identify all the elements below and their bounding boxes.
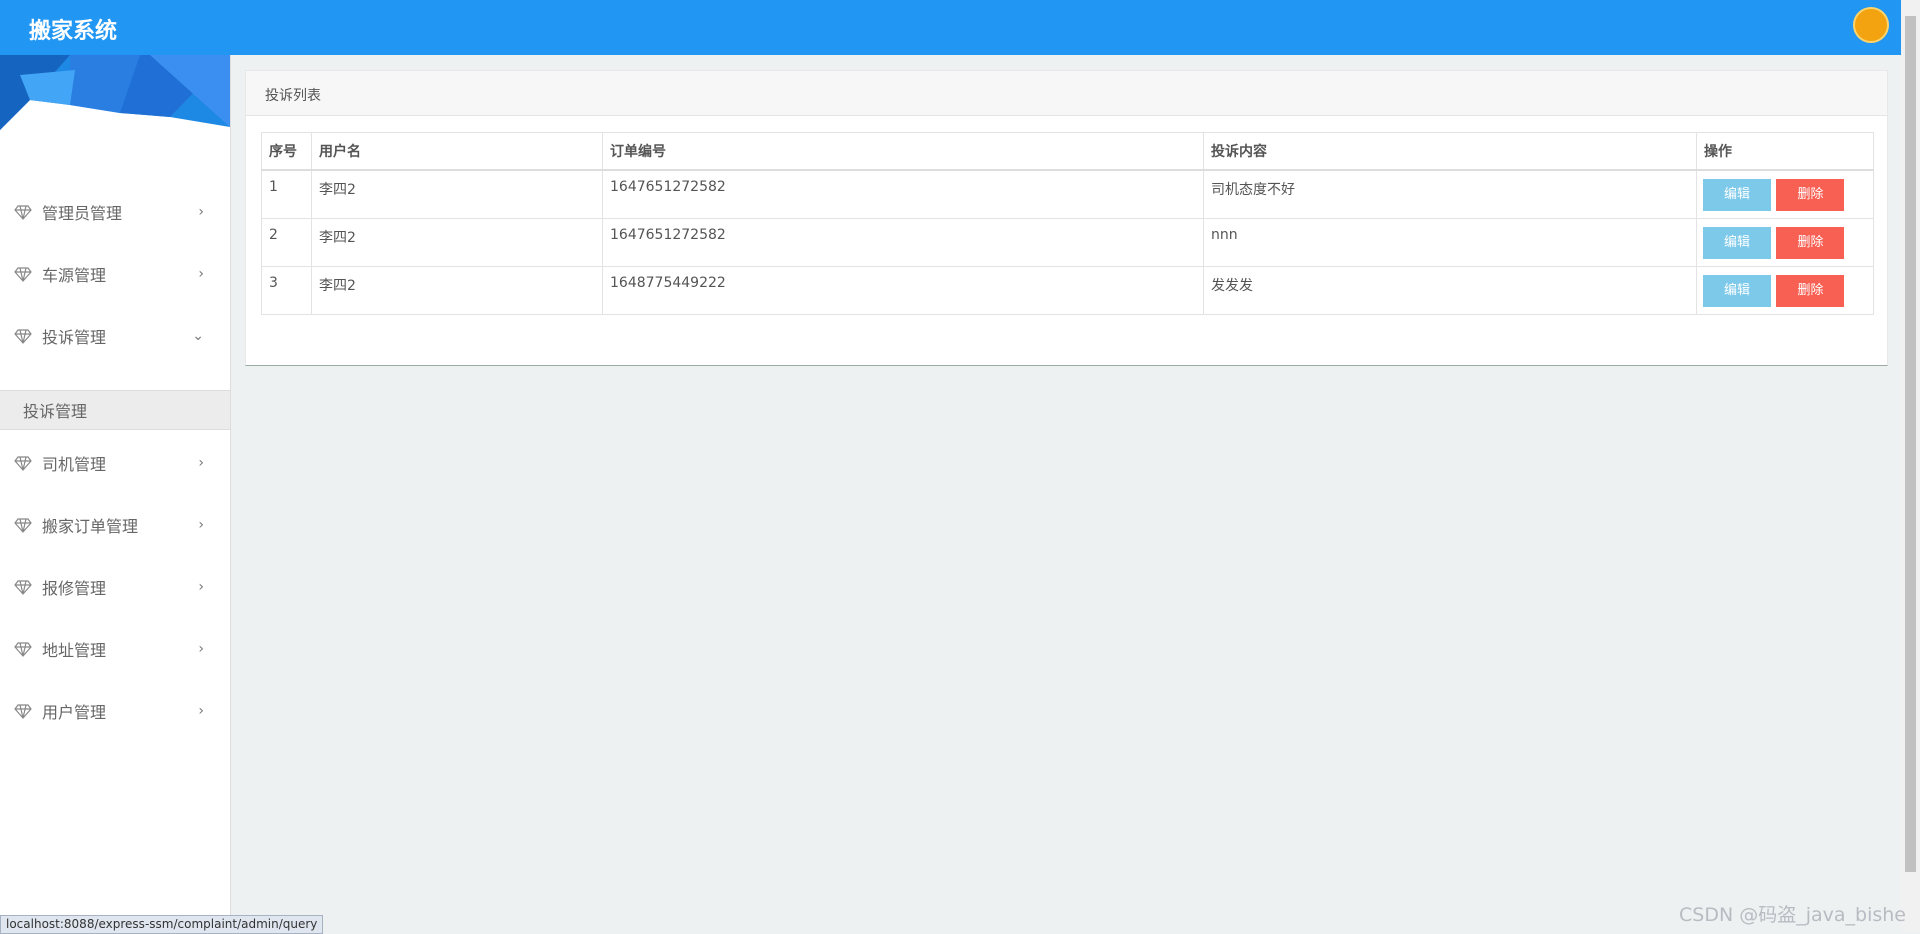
- cell-actions: 编辑 删除: [1696, 265, 1874, 315]
- cell-no: 3: [261, 265, 312, 315]
- cell-user: 李四2: [311, 169, 603, 219]
- diamond-icon: [14, 518, 32, 533]
- chevron-right-icon: ›: [198, 204, 204, 220]
- panel-header: 投诉列表: [246, 71, 1887, 116]
- column-header-user: 用户名: [311, 132, 603, 171]
- sidebar-item-label: 用户管理: [42, 703, 107, 722]
- diamond-icon: [14, 642, 32, 657]
- sidebar-item-complaints[interactable]: 投诉管理 ⌄: [0, 305, 230, 367]
- top-bar: 搬家系统: [0, 0, 1901, 55]
- sidebar-item-label: 投诉管理: [42, 328, 107, 347]
- cell-no: 2: [261, 217, 312, 267]
- column-header-actions: 操作: [1696, 132, 1874, 171]
- status-url-bar: localhost:8088/express-ssm/complaint/adm…: [0, 915, 324, 934]
- table-header-row: 序号 用户名 订单编号 投诉内容 操作: [261, 132, 1874, 171]
- diamond-icon: [14, 456, 32, 471]
- sidebar-banner-image: [0, 55, 230, 130]
- sidebar-item-addresses[interactable]: 地址管理 ›: [0, 618, 230, 680]
- table-row: 3 李四2 1648775449222 发发发 编辑 删除: [261, 265, 1874, 315]
- sidebar-item-label: 地址管理: [42, 641, 107, 660]
- sidebar-item-label: 司机管理: [42, 455, 107, 474]
- cell-user: 李四2: [311, 265, 603, 315]
- chevron-right-icon: ›: [198, 579, 204, 595]
- sidebar-item-label: 车源管理: [42, 266, 107, 285]
- sidebar-item-orders[interactable]: 搬家订单管理 ›: [0, 494, 230, 556]
- complaint-list-panel: 投诉列表 序号 用户名 订单编号 投诉内容 操作 1 李四2 164765127…: [245, 70, 1888, 366]
- sidebar-item-label: 报修管理: [42, 579, 107, 598]
- chevron-right-icon: ›: [198, 703, 204, 719]
- chevron-right-icon: ›: [198, 266, 204, 282]
- cell-content: nnn: [1203, 217, 1697, 267]
- cell-no: 1: [261, 169, 312, 219]
- diamond-icon: [14, 267, 32, 282]
- cell-order: 1647651272582: [602, 217, 1204, 267]
- sidebar-item-users[interactable]: 用户管理 ›: [0, 680, 230, 742]
- sidebar-item-admin[interactable]: 管理员管理 ›: [0, 181, 230, 243]
- column-header-order: 订单编号: [602, 132, 1204, 171]
- cell-order: 1648775449222: [602, 265, 1204, 315]
- table-row: 2 李四2 1647651272582 nnn 编辑 删除: [261, 217, 1874, 267]
- diamond-icon: [14, 580, 32, 595]
- table-row: 1 李四2 1647651272582 司机态度不好 编辑 删除: [261, 169, 1874, 219]
- column-header-content: 投诉内容: [1203, 132, 1697, 171]
- sidebar-item-drivers[interactable]: 司机管理 ›: [0, 432, 230, 494]
- watermark: CSDN @码盗_java_bishe: [1679, 904, 1906, 926]
- column-header-no: 序号: [261, 132, 312, 171]
- user-avatar-icon[interactable]: [1853, 7, 1889, 43]
- cell-actions: 编辑 删除: [1696, 217, 1874, 267]
- edit-button[interactable]: 编辑: [1703, 274, 1771, 307]
- sidebar-subitem-label: 投诉管理: [23, 402, 88, 421]
- delete-button[interactable]: 删除: [1776, 179, 1845, 211]
- chevron-right-icon: ›: [198, 517, 204, 533]
- chevron-down-icon: ⌄: [192, 328, 204, 344]
- diamond-icon: [14, 205, 32, 220]
- edit-button[interactable]: 编辑: [1703, 226, 1771, 259]
- sidebar: 管理员管理 › 车源管理 › 投诉管理 ⌄ 投诉管理 司机管理 › 搬家订单管理…: [0, 55, 231, 932]
- cell-order: 1647651272582: [602, 169, 1204, 219]
- vertical-scrollbar[interactable]: [1901, 0, 1920, 932]
- chevron-right-icon: ›: [198, 641, 204, 657]
- sidebar-item-vehicles[interactable]: 车源管理 ›: [0, 243, 230, 305]
- scrollbar-thumb[interactable]: [1905, 16, 1916, 872]
- delete-button[interactable]: 删除: [1776, 274, 1845, 307]
- delete-button[interactable]: 删除: [1776, 226, 1845, 259]
- diamond-icon: [14, 329, 32, 344]
- diamond-icon: [14, 704, 32, 719]
- panel-title: 投诉列表: [265, 88, 321, 104]
- sidebar-subitem-complaints[interactable]: 投诉管理: [0, 390, 230, 430]
- app-title: 搬家系统: [29, 19, 118, 44]
- sidebar-item-repairs[interactable]: 报修管理 ›: [0, 556, 230, 618]
- cell-user: 李四2: [311, 217, 603, 267]
- edit-button[interactable]: 编辑: [1703, 179, 1771, 211]
- sidebar-item-label: 管理员管理: [42, 204, 123, 223]
- sidebar-item-label: 搬家订单管理: [42, 517, 139, 536]
- chevron-right-icon: ›: [198, 455, 204, 471]
- cell-actions: 编辑 删除: [1696, 169, 1874, 219]
- cell-content: 司机态度不好: [1203, 169, 1697, 219]
- cell-content: 发发发: [1203, 265, 1697, 315]
- complaint-table: 序号 用户名 订单编号 投诉内容 操作 1 李四2 1647651272582 …: [261, 132, 1874, 315]
